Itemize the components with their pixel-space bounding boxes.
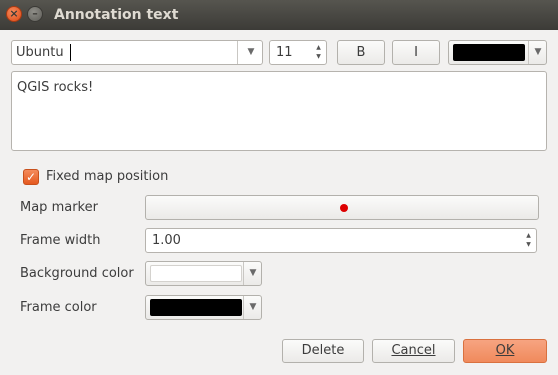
frame-width-value[interactable]: 1.00	[152, 232, 181, 249]
minimize-window-button[interactable]: –	[27, 6, 43, 22]
map-marker-label: Map marker	[20, 200, 98, 215]
check-icon: ✓	[25, 170, 37, 184]
background-color-button[interactable]: ▼	[145, 261, 262, 286]
text-color-button[interactable]: ▼	[448, 40, 547, 65]
chevron-down-icon[interactable]: ▼	[243, 296, 262, 319]
spin-down-icon[interactable]: ▼	[314, 52, 323, 61]
chevron-down-icon[interactable]: ▼	[243, 262, 262, 285]
ok-button[interactable]: OK	[463, 339, 547, 363]
title-bar: × – Annotation text	[0, 0, 558, 30]
annotation-text-editor[interactable]: QGIS rocks!	[11, 71, 547, 151]
background-color-label: Background color	[20, 266, 134, 281]
spin-up-icon[interactable]: ▲	[524, 231, 533, 240]
fixed-position-checkbox[interactable]: ✓	[23, 169, 39, 185]
ok-label: OK	[495, 343, 515, 358]
spin-arrows[interactable]: ▲ ▼	[524, 231, 533, 249]
window-title: Annotation text	[54, 7, 179, 23]
frame-color-label: Frame color	[20, 300, 97, 315]
text-cursor	[70, 44, 71, 61]
frame-width-spinbox[interactable]: 1.00 ▲ ▼	[145, 228, 537, 253]
annotation-text-content[interactable]: QGIS rocks!	[17, 80, 93, 96]
text-color-swatch	[453, 44, 525, 61]
combo-separator	[237, 41, 238, 64]
chevron-down-icon[interactable]: ▼	[528, 41, 547, 64]
cancel-button[interactable]: Cancel	[372, 339, 455, 363]
close-window-button[interactable]: ×	[6, 6, 22, 22]
spin-up-icon[interactable]: ▲	[314, 43, 323, 52]
fixed-position-label[interactable]: Fixed map position	[46, 169, 168, 185]
delete-button[interactable]: Delete	[282, 339, 364, 363]
marker-dot-icon	[340, 204, 348, 212]
italic-button[interactable]: I	[392, 40, 440, 65]
frame-width-label: Frame width	[20, 233, 101, 248]
map-marker-button[interactable]	[145, 195, 539, 220]
close-icon: ×	[9, 7, 19, 20]
font-size-value[interactable]: 11	[276, 44, 293, 61]
cancel-label: Cancel	[391, 343, 436, 358]
minimize-icon: –	[32, 7, 38, 20]
spin-down-icon[interactable]: ▼	[524, 240, 533, 249]
font-size-spinbox[interactable]: 11 ▲ ▼	[269, 40, 327, 65]
font-family-combo[interactable]: Ubuntu ▼	[11, 40, 263, 65]
frame-color-button[interactable]: ▼	[145, 295, 262, 320]
frame-color-swatch	[150, 299, 242, 316]
annotation-dialog: × – Annotation text Ubuntu ▼ 11 ▲ ▼ B I …	[0, 0, 558, 375]
chevron-down-icon[interactable]: ▼	[241, 41, 261, 64]
bold-button[interactable]: B	[337, 40, 385, 65]
background-color-swatch	[150, 265, 242, 282]
spin-arrows[interactable]: ▲ ▼	[314, 43, 323, 61]
font-family-value[interactable]: Ubuntu	[16, 44, 64, 61]
